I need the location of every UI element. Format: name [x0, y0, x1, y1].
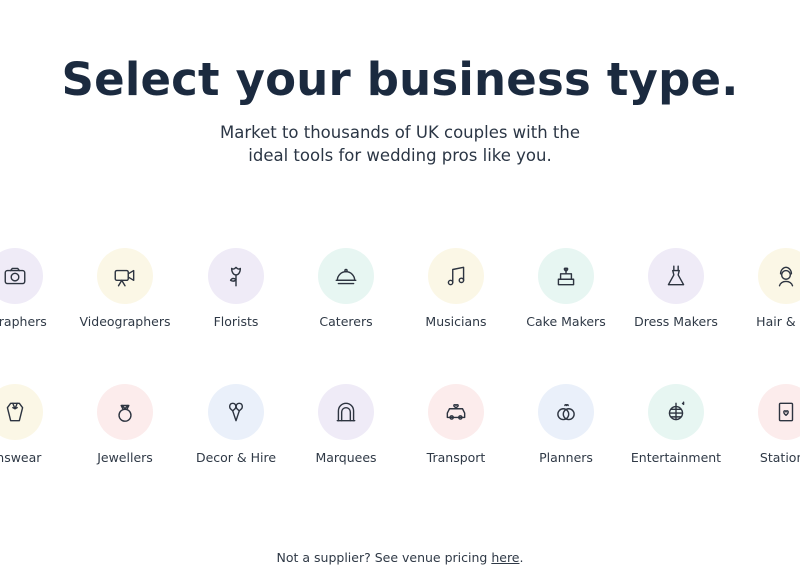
icon-circle [428, 248, 484, 304]
music-notes-icon [447, 266, 465, 286]
icon-circle [428, 384, 484, 440]
icon-circle [208, 384, 264, 440]
balloons-icon [229, 402, 243, 422]
business-type-label: Entertainment [630, 450, 722, 465]
suit-icon [6, 402, 24, 422]
business-type-marquees[interactable]: Marquees [286, 384, 406, 465]
icon-circle [648, 384, 704, 440]
icon-circle [318, 248, 374, 304]
invitation-card-icon [778, 402, 794, 422]
business-type-label: Statione [759, 450, 800, 465]
venue-pricing-link[interactable]: here [491, 550, 519, 565]
business-type-cake-makers[interactable]: Cake Makers [506, 248, 626, 329]
business-type-label: enswear [0, 450, 42, 465]
business-type-row-2: enswear Jewellers Decor & Hire Marquees … [0, 384, 800, 484]
page-subtitle: Market to thousands of UK couples with t… [0, 121, 800, 167]
wedding-cake-icon [557, 267, 575, 286]
business-type-label: Dress Makers [634, 314, 718, 329]
business-type-caterers[interactable]: Caterers [286, 248, 406, 329]
wedding-dress-icon [667, 265, 685, 286]
footer-note: Not a supplier? See venue pricing here. [0, 550, 800, 565]
bride-hair-icon [778, 266, 794, 287]
business-type-jewellers[interactable]: Jewellers [65, 384, 185, 465]
cloche-icon [335, 268, 357, 285]
business-type-musicians[interactable]: Musicians [396, 248, 516, 329]
page-title: Select your business type. [61, 53, 739, 106]
business-type-label: Hair & Be [756, 314, 800, 329]
business-type-label: Jewellers [97, 450, 153, 465]
business-type-row-1: ographers Videographers Florists Caterer… [0, 248, 800, 348]
business-type-stationery[interactable]: Statione [726, 384, 800, 465]
linked-rings-icon [557, 403, 575, 421]
business-type-label: Videographers [79, 314, 171, 329]
icon-circle [318, 384, 374, 440]
camera-icon [4, 267, 26, 285]
icon-circle [758, 248, 800, 304]
business-type-label: Musicians [425, 314, 487, 329]
icon-circle [538, 384, 594, 440]
business-type-menswear[interactable]: enswear [0, 384, 75, 465]
business-type-transport[interactable]: Transport [396, 384, 516, 465]
icon-circle [0, 248, 43, 304]
business-type-hair-beauty[interactable]: Hair & Be [726, 248, 800, 329]
wedding-car-icon [446, 403, 466, 420]
icon-circle [648, 248, 704, 304]
business-type-label: Marquees [315, 450, 377, 465]
business-type-photographers[interactable]: ographers [0, 248, 75, 329]
rose-icon [229, 266, 242, 287]
business-type-videographers[interactable]: Videographers [65, 248, 185, 329]
icon-circle [97, 248, 153, 304]
subtitle-line-2: ideal tools for wedding pros like you. [248, 146, 552, 165]
business-type-label: ographers [0, 314, 47, 329]
icon-circle [97, 384, 153, 440]
ring-icon [118, 404, 132, 422]
business-type-label: Decor & Hire [195, 450, 277, 465]
video-camera-icon [114, 269, 135, 287]
arch-icon [336, 402, 356, 422]
icon-circle [208, 248, 264, 304]
subtitle-line-1: Market to thousands of UK couples with t… [219, 123, 581, 142]
business-type-entertainment[interactable]: Entertainment [616, 384, 736, 465]
business-type-planners[interactable]: Planners [506, 384, 626, 465]
business-type-label: Florists [213, 314, 259, 329]
business-type-label: Transport [426, 450, 486, 465]
icon-circle [0, 384, 43, 440]
business-type-dress-makers[interactable]: Dress Makers [616, 248, 736, 329]
business-type-florists[interactable]: Florists [176, 248, 296, 329]
icon-circle [538, 248, 594, 304]
footer-suffix: . [519, 550, 524, 565]
disco-ball-icon [668, 401, 685, 421]
business-type-label: Caterers [319, 314, 373, 329]
business-type-decor-hire[interactable]: Decor & Hire [176, 384, 296, 465]
business-type-label: Planners [539, 450, 593, 465]
icon-circle [758, 384, 800, 440]
business-type-label: Cake Makers [526, 314, 606, 329]
footer-text: Not a supplier? See venue pricing [276, 550, 492, 565]
